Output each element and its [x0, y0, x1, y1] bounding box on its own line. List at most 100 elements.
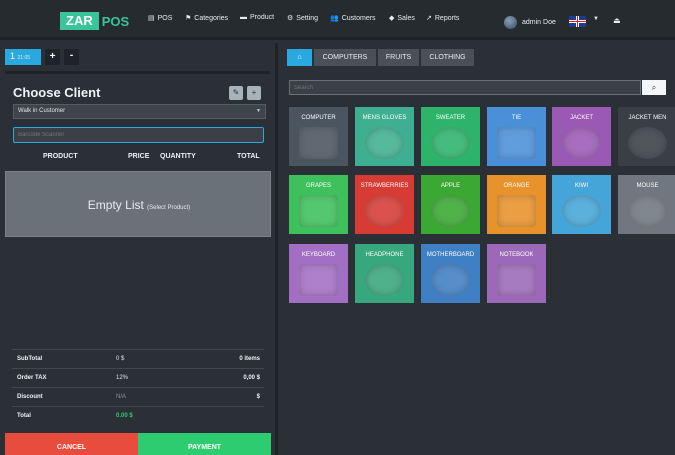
- search-button[interactable]: ⌕: [642, 80, 666, 95]
- column-header-total: TOTAL: [237, 153, 260, 160]
- product-image: [497, 127, 536, 159]
- nav-item-categories[interactable]: ⚑ Categories: [185, 14, 229, 23]
- user-name[interactable]: admin Doe: [522, 19, 556, 26]
- nav-item-product[interactable]: ▬ Product: [240, 14, 274, 21]
- product-tile-keyboard[interactable]: KEYBOARD: [289, 244, 348, 303]
- nav-label: Reports: [434, 14, 460, 22]
- product-image: [431, 264, 470, 296]
- ticket-time: 21:05: [17, 55, 31, 61]
- chevron-down-icon: ▼: [256, 108, 261, 114]
- product-image: [431, 127, 470, 159]
- product-tile-apple[interactable]: APPLE: [421, 175, 480, 234]
- product-label: KEYBOARD: [301, 252, 336, 258]
- tax-label: Order TAX: [17, 375, 47, 381]
- logo-zar: ZAR: [60, 12, 99, 30]
- users-icon: 👥: [330, 15, 339, 22]
- product-image: [562, 195, 601, 227]
- column-header-quantity: QUANTITY: [160, 153, 196, 160]
- subtotal-value: 0 $: [116, 356, 125, 362]
- avatar[interactable]: [504, 16, 517, 29]
- nav-item-setting[interactable]: ⚙ Setting: [287, 14, 319, 23]
- edit-client-button[interactable]: ✎: [229, 86, 243, 100]
- column-header-product: PRODUCT: [43, 153, 78, 160]
- nav-item-reports[interactable]: ↗ Reports: [426, 14, 460, 23]
- product-image: [562, 127, 601, 159]
- top-navbar: ZAR POS ▤ POS ⚑ Categories ▬ Product ⚙ S…: [0, 0, 675, 40]
- tag-icon: ◆: [389, 15, 395, 22]
- barcode-input[interactable]: [13, 127, 264, 143]
- tab-computers[interactable]: COMPUTERS: [314, 49, 376, 66]
- client-select[interactable]: Walk in Customer ▼: [13, 104, 266, 119]
- product-image: [431, 195, 470, 227]
- nav-label: Categories: [194, 14, 229, 22]
- product-tile-notebook[interactable]: NOTEBOOK: [487, 244, 546, 303]
- nav-label: Product: [250, 14, 275, 21]
- order-items-list: Empty List (Select Product): [5, 171, 271, 237]
- product-image: [365, 127, 404, 159]
- product-tile-grapes[interactable]: GRAPES: [289, 175, 348, 234]
- page-title: Choose Client: [13, 85, 101, 100]
- product-label: STRAWBERRIES: [360, 183, 409, 189]
- discount-value[interactable]: N/A: [116, 394, 126, 400]
- product-label: APPLE: [440, 183, 461, 189]
- client-selected-value: Walk in Customer: [18, 108, 66, 114]
- app-logo[interactable]: ZAR POS: [60, 11, 129, 31]
- product-image: [628, 195, 667, 227]
- flag-icon: ⚑: [185, 15, 192, 22]
- product-tile-tie[interactable]: TIE: [487, 107, 546, 166]
- subtotal-label: SubTotal: [17, 356, 43, 362]
- product-tile-sweater[interactable]: SWEATER: [421, 107, 480, 166]
- tab-clothing[interactable]: CLOTHING: [421, 49, 474, 66]
- logout-icon[interactable]: ⏏: [613, 16, 621, 25]
- empty-list-hint: (Select Product): [147, 205, 191, 211]
- nav-label: POS: [157, 14, 173, 22]
- product-label: MENS GLOVES: [362, 115, 407, 121]
- remove-ticket-button[interactable]: -: [64, 49, 79, 65]
- tax-amount: 0,00 $: [243, 375, 260, 381]
- product-label: MOUSE: [636, 183, 659, 189]
- nav-item-sales[interactable]: ◆ Sales: [389, 14, 415, 23]
- tax-row: Order TAX 12% 0,00 $: [12, 368, 264, 387]
- product-tile-mens-gloves[interactable]: MENS GLOVES: [355, 107, 414, 166]
- product-tile-motherboard[interactable]: MOTHERBOARD: [421, 244, 480, 303]
- search-input[interactable]: [289, 80, 641, 95]
- product-tile-kiwi[interactable]: KIWI: [552, 175, 611, 234]
- product-image: [299, 264, 338, 296]
- product-tile-jacket-men[interactable]: JACKET MEN: [618, 107, 675, 166]
- tab-fruits[interactable]: FRUITS: [378, 49, 419, 66]
- product-tile-strawberries[interactable]: STRAWBERRIES: [355, 175, 414, 234]
- product-image: [299, 195, 338, 227]
- nav-item-customers[interactable]: 👥 Customers: [330, 14, 376, 23]
- discount-label: Discount: [17, 394, 43, 400]
- product-tile-orange[interactable]: ORANGE: [487, 175, 546, 234]
- order-totals: SubTotal 0 $ 0 items Order TAX 12% 0,00 …: [12, 349, 264, 425]
- home-icon: ⌂: [297, 54, 302, 61]
- cancel-button[interactable]: CANCEL: [5, 433, 138, 455]
- payment-button[interactable]: PAYMENT: [138, 433, 271, 455]
- product-image: [365, 264, 404, 296]
- subtotal-row: SubTotal 0 $ 0 items: [12, 349, 264, 368]
- discount-amount: $: [256, 394, 260, 400]
- gear-icon: ⚙: [287, 15, 294, 22]
- product-label: TIE: [511, 115, 522, 121]
- category-home-button[interactable]: ⌂: [287, 49, 312, 66]
- language-flag-icon[interactable]: [569, 16, 586, 27]
- product-label: JACKET MEN: [628, 115, 667, 121]
- add-client-button[interactable]: +: [247, 86, 261, 100]
- nav-item-pos[interactable]: ▤ POS: [148, 14, 173, 23]
- nav-label: Sales: [397, 14, 415, 22]
- nav-label: Setting: [296, 14, 319, 22]
- product-tile-jacket[interactable]: JACKET: [552, 107, 611, 166]
- chevron-down-icon[interactable]: ▼: [593, 16, 599, 22]
- product-tile-mouse[interactable]: MOUSE: [618, 175, 675, 234]
- search-icon: ⌕: [651, 83, 657, 92]
- add-ticket-button[interactable]: +: [45, 49, 60, 65]
- product-image: [628, 127, 667, 159]
- product-tile-headphone[interactable]: HEADPHONE: [355, 244, 414, 303]
- total-value: 0.00 $: [116, 413, 133, 419]
- product-icon: ▬: [240, 14, 247, 21]
- pos-icon: ▤: [148, 15, 155, 22]
- ticket-tab[interactable]: 1 21:05: [5, 49, 41, 65]
- product-tile-computer[interactable]: COMPUTER: [289, 107, 348, 166]
- divider: [5, 71, 270, 74]
